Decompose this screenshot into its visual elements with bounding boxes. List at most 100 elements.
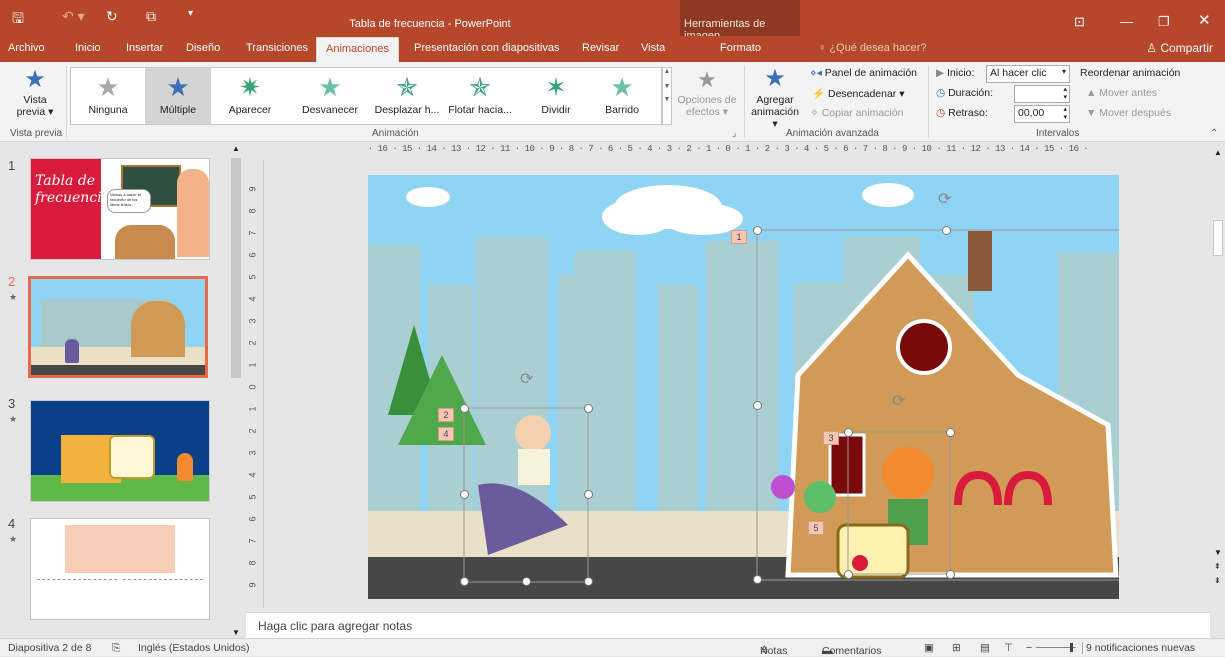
- tab-animations[interactable]: Animaciones: [316, 37, 399, 62]
- anim-appear[interactable]: ✷ Aparecer: [217, 68, 283, 124]
- animation-star-icon: ★: [9, 292, 18, 302]
- anim-wipe[interactable]: ★ Barrido: [585, 68, 659, 124]
- restore-icon[interactable]: ❐: [1158, 14, 1170, 30]
- thumb4-table: [65, 525, 175, 573]
- ribbon-display-icon[interactable]: ⊡: [1074, 14, 1085, 30]
- anim-multiple[interactable]: ★ Múltiple: [145, 68, 211, 124]
- normal-view-icon[interactable]: ▣: [924, 642, 934, 654]
- scroll-up-icon[interactable]: ▲: [232, 144, 240, 153]
- share-button[interactable]: ♙ Compartir: [1146, 41, 1213, 55]
- animation-tag-2[interactable]: 2: [438, 408, 454, 422]
- anim-float-in[interactable]: ✯ Flotar hacia...: [443, 68, 517, 124]
- animation-pane-button[interactable]: ⋄◂ Panel de animación: [810, 67, 917, 79]
- scroll-thumb[interactable]: [1213, 220, 1223, 256]
- rotate-handle-icon[interactable]: ⟳: [938, 189, 951, 209]
- resize-handle[interactable]: [753, 226, 762, 235]
- move-later-button[interactable]: ▼ Mover después: [1086, 107, 1171, 119]
- slide-scrollbar[interactable]: ▲ ▼ ⇞ ⇟: [1211, 144, 1225, 638]
- anim-fade[interactable]: ★ Desvanecer: [293, 68, 367, 124]
- slide-thumb-1[interactable]: Tabla de frecuencias Vamos a hacer el re…: [30, 158, 210, 260]
- notes-pane[interactable]: Haga clic para agregar notas: [246, 612, 1210, 638]
- spinner-icon[interactable]: ▴ ▾: [1063, 106, 1067, 122]
- scroll-up-icon[interactable]: ▲: [1214, 148, 1222, 157]
- tab-transitions[interactable]: Transiciones: [246, 42, 308, 54]
- resize-handle[interactable]: [460, 577, 469, 586]
- preview-button[interactable]: ★ Vista previa ▾: [8, 66, 62, 118]
- delay-input[interactable]: 00,00 ▴ ▾: [1014, 105, 1070, 123]
- resize-handle[interactable]: [584, 577, 593, 586]
- animation-painter-button[interactable]: ✧ Copiar animación: [810, 107, 903, 119]
- resize-handle[interactable]: [584, 490, 593, 499]
- duration-input[interactable]: ▴ ▾: [1014, 85, 1070, 103]
- anim-multiple-label: Múltiple: [159, 104, 197, 116]
- slide-canvas[interactable]: 1 2 4 3 5 ⟳ ⟳ ⟳: [368, 175, 1119, 599]
- next-slide-icon[interactable]: ⇟: [1214, 576, 1221, 585]
- star-multiple-icon: ★: [166, 72, 190, 102]
- tab-slideshow[interactable]: Presentación con diapositivas: [414, 42, 560, 54]
- move-earlier-button[interactable]: ▲ Mover antes: [1086, 87, 1157, 99]
- minimize-icon[interactable]: —: [1120, 14, 1133, 29]
- animation-tag-5[interactable]: 5: [808, 521, 824, 535]
- gallery-more-icon[interactable]: ▼: [663, 96, 671, 103]
- dialog-launcher-icon[interactable]: ⌟: [732, 128, 736, 139]
- tab-file[interactable]: Archivo: [8, 42, 45, 54]
- slide-thumb-2[interactable]: [28, 276, 208, 378]
- sorter-view-icon[interactable]: ⊞: [952, 642, 961, 654]
- gallery-scroll[interactable]: ▲ ▼ ▼: [662, 67, 672, 125]
- close-icon[interactable]: ✕: [1198, 11, 1211, 29]
- tab-design[interactable]: Diseño: [186, 42, 220, 54]
- animation-tag-1[interactable]: 1: [731, 230, 747, 244]
- thumb1-title: Tabla de frecuencias: [35, 173, 118, 206]
- notifications-indicator[interactable]: 9 notificaciones nuevas: [1082, 642, 1195, 654]
- zoom-out-icon[interactable]: −: [1026, 642, 1032, 654]
- ruler-tick: 6: [247, 516, 258, 522]
- tell-me-search[interactable]: ♀ ¿Qué desea hacer?: [818, 42, 927, 54]
- tab-home[interactable]: Inicio: [75, 42, 101, 54]
- resize-handle[interactable]: [584, 404, 593, 413]
- trigger-button[interactable]: ⚡ Desencadenar ▾: [812, 87, 904, 100]
- rotate-handle-icon[interactable]: ⟳: [892, 391, 905, 411]
- resize-handle[interactable]: [844, 428, 853, 437]
- rotate-handle-icon[interactable]: ⟳: [520, 369, 533, 389]
- anim-wipe-label: Barrido: [605, 104, 639, 116]
- resize-handle[interactable]: [946, 570, 955, 579]
- start-value: Al hacer clic: [990, 67, 1047, 79]
- resize-handle[interactable]: [460, 404, 469, 413]
- slide-thumb-4[interactable]: [30, 518, 210, 620]
- animation-tag-4[interactable]: 4: [438, 427, 454, 441]
- tab-view[interactable]: Vista: [641, 42, 665, 54]
- tab-format[interactable]: Formato: [720, 42, 761, 54]
- slide-thumb-3[interactable]: [30, 400, 210, 502]
- tab-insert[interactable]: Insertar: [126, 42, 163, 54]
- resize-handle[interactable]: [753, 401, 762, 410]
- add-animation-button[interactable]: ★ Agregar animación ▾: [748, 64, 802, 130]
- language-indicator[interactable]: Inglés (Estados Unidos): [138, 642, 249, 654]
- scroll-thumb[interactable]: [231, 158, 241, 378]
- spellcheck-icon[interactable]: ⎘: [112, 642, 120, 655]
- gallery-up-icon[interactable]: ▲: [663, 68, 671, 75]
- animation-tag-3[interactable]: 3: [823, 431, 839, 445]
- resize-handle[interactable]: [753, 575, 762, 584]
- resize-handle[interactable]: [844, 570, 853, 579]
- anim-none[interactable]: ★ Ninguna: [75, 68, 141, 124]
- resize-handle[interactable]: [522, 577, 531, 586]
- scroll-down-icon[interactable]: ▼: [232, 628, 240, 637]
- anim-fly-in[interactable]: ✯ Desplazar h...: [369, 68, 445, 124]
- zoom-slider-thumb[interactable]: [1070, 643, 1073, 652]
- resize-handle[interactable]: [942, 226, 951, 235]
- thumb1-students: [115, 225, 175, 259]
- resize-handle[interactable]: [946, 428, 955, 437]
- effect-options-button[interactable]: ★ Opciones de efectos ▾: [674, 66, 740, 118]
- previous-slide-icon[interactable]: ⇞: [1214, 562, 1221, 571]
- anim-split[interactable]: ✶ Dividir: [519, 68, 593, 124]
- reading-view-icon[interactable]: ▤: [980, 642, 990, 654]
- start-select[interactable]: Al hacer clic ▾: [986, 65, 1070, 83]
- tab-review[interactable]: Revisar: [582, 42, 619, 54]
- gallery-down-icon[interactable]: ▼: [663, 83, 671, 90]
- scroll-down-icon[interactable]: ▼: [1214, 548, 1222, 557]
- resize-handle[interactable]: [460, 490, 469, 499]
- spinner-icon[interactable]: ▴ ▾: [1063, 86, 1067, 102]
- thumbnails-scrollbar[interactable]: ▲ ▼: [229, 144, 243, 638]
- slideshow-view-icon[interactable]: ⊤: [1004, 642, 1013, 654]
- collapse-ribbon-icon[interactable]: ⌃: [1210, 128, 1218, 139]
